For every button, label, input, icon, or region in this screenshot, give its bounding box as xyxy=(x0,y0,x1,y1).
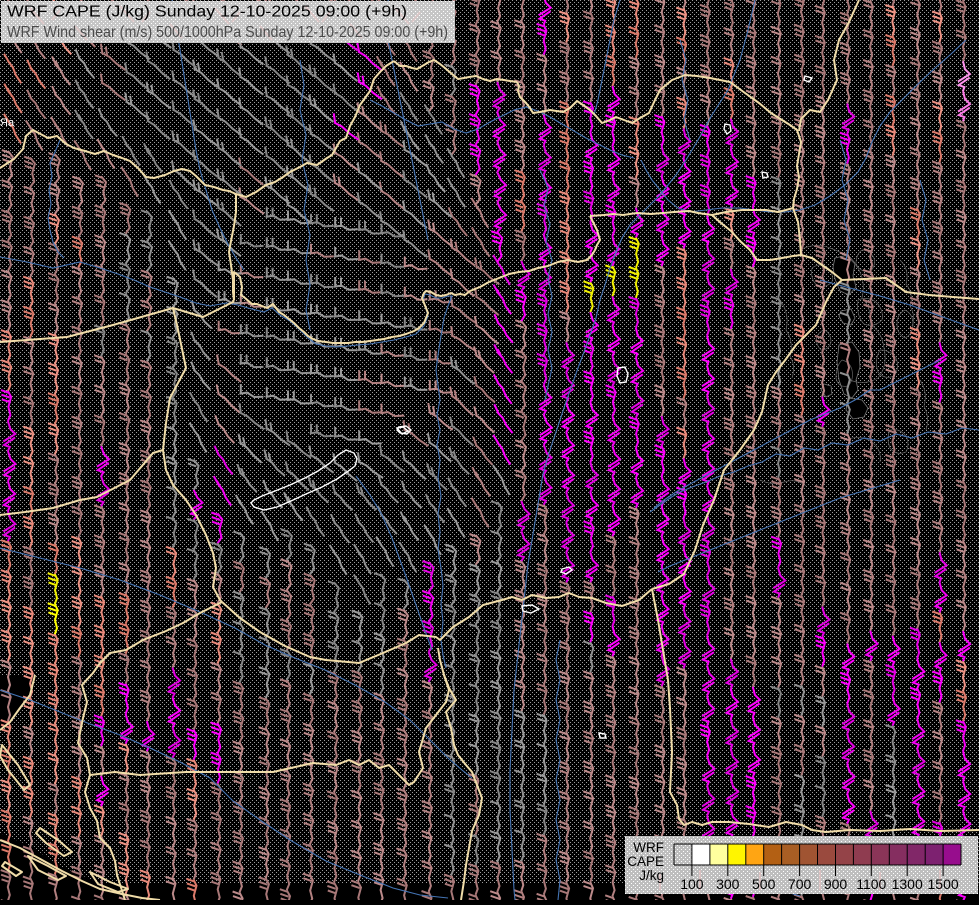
svg-text:700: 700 xyxy=(788,876,812,892)
svg-text:300: 300 xyxy=(716,876,740,892)
svg-text:WRF Wind shear (m/s) 500/1000h: WRF Wind shear (m/s) 500/1000hPa Sunday … xyxy=(7,24,448,41)
svg-text:WRF: WRF xyxy=(633,840,664,855)
svg-text:1300: 1300 xyxy=(892,876,923,892)
svg-text:Яa: Яa xyxy=(0,117,15,129)
svg-text:J/kg: J/kg xyxy=(639,868,664,883)
svg-text:CAPE: CAPE xyxy=(627,854,664,869)
svg-text:WRF CAPE (J/kg) Sunday 12-10-2: WRF CAPE (J/kg) Sunday 12-10-2025 09:00 … xyxy=(7,4,407,21)
svg-text:1500: 1500 xyxy=(928,876,959,892)
svg-text:900: 900 xyxy=(824,876,848,892)
svg-text:1100: 1100 xyxy=(856,876,886,892)
svg-text:100: 100 xyxy=(680,876,704,892)
svg-text:500: 500 xyxy=(752,876,776,892)
